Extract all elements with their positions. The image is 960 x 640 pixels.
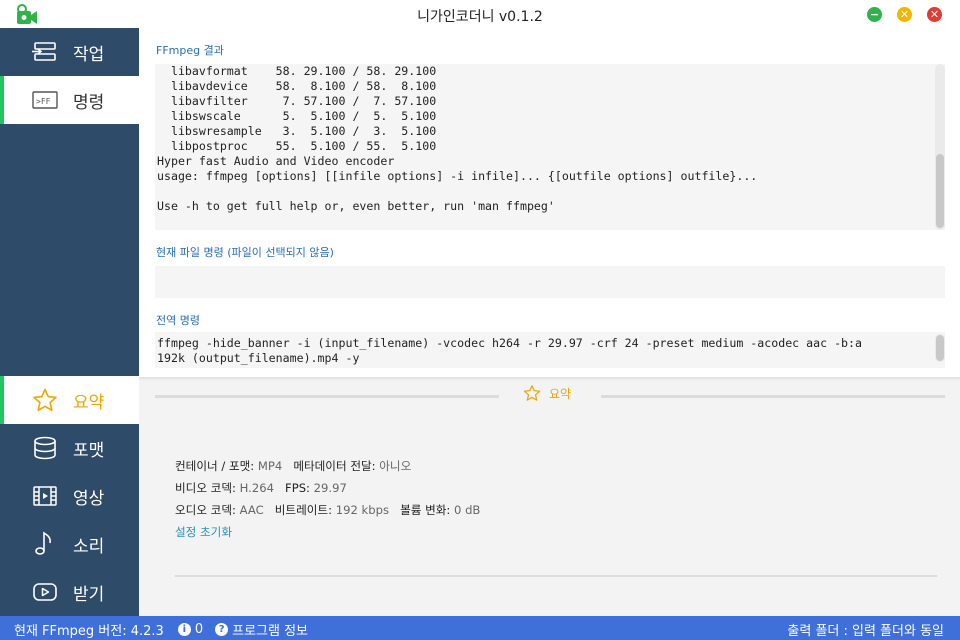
volume-key: 볼륨 변화: xyxy=(400,503,451,517)
summary-title: 요약 xyxy=(549,386,572,401)
play-icon xyxy=(32,580,58,604)
command-scrollbar-thumb[interactable] xyxy=(936,335,944,361)
sidebar-item-label: 포맷 xyxy=(73,441,105,461)
sidebar-item-format[interactable]: 포맷 xyxy=(0,424,139,472)
star-icon xyxy=(32,388,58,412)
summary-details: 컨테이너 / 포맷: MP4 메타데이터 전달: 아니오 비디오 코덱: H.2… xyxy=(175,455,480,543)
volume-value: 0 dB xyxy=(454,503,481,517)
audio-codec-key: 오디오 코덱: xyxy=(175,503,236,517)
ffmpeg-result-label: FFmpeg 결과 xyxy=(156,44,224,57)
summary-row-audio: 오디오 코덱: AAC 비트레이트: 192 kbps 볼륨 변화: 0 dB xyxy=(175,499,480,521)
status-bar: 현재 FFmpeg 버전: 4.2.3 i 0 ? 프로그램 정보 출력 폴더 … xyxy=(0,616,960,640)
fps-key: FPS: xyxy=(285,481,310,495)
audio-codec-value: AAC xyxy=(239,503,264,517)
result-scrollbar-thumb[interactable] xyxy=(936,154,944,228)
info-count: 0 xyxy=(194,622,204,637)
current-command-label: 현재 파일 명령 (파일이 선택되지 않음) xyxy=(156,246,334,259)
result-scrollbar[interactable] xyxy=(935,64,945,230)
close-icon: ✕ xyxy=(929,8,940,21)
bitrate-key: 비트레이트: xyxy=(274,503,333,517)
sidebar-item-label: 명령 xyxy=(73,93,105,113)
command-scrollbar[interactable] xyxy=(935,334,945,362)
sidebar-item-command[interactable]: >FF 명령 xyxy=(0,76,139,124)
sidebar-item-audio[interactable]: 소리 xyxy=(0,520,139,568)
global-command-text: ffmpeg -hide_banner -i (input_filename) … xyxy=(157,336,862,365)
info-count-button[interactable]: i 0 xyxy=(177,622,204,637)
global-command-field[interactable]: ffmpeg -hide_banner -i (input_filename) … xyxy=(155,332,945,368)
output-folder-button[interactable]: 출력 폴더 : 입력 폴더와 동일 xyxy=(787,620,944,639)
metadata-key: 메타데이터 전달: xyxy=(293,459,376,473)
maximize-button[interactable]: ✕ xyxy=(897,7,912,22)
fps-value: 29.97 xyxy=(313,481,347,495)
bitrate-value: 192 kbps xyxy=(335,503,389,517)
sidebar-item-label: 받기 xyxy=(73,585,105,605)
ffmpeg-version-text: 현재 FFmpeg 버전: 4.2.3 xyxy=(14,624,164,639)
star-icon xyxy=(523,385,541,401)
sidebar-item-summary[interactable]: 요약 xyxy=(0,376,139,424)
sidebar-item-tasks[interactable]: 작업 xyxy=(0,28,139,76)
reset-settings-link[interactable]: 설정 초기화 xyxy=(175,525,232,539)
database-icon xyxy=(32,436,58,460)
container-value: MP4 xyxy=(257,459,283,473)
sidebar-item-download[interactable]: 받기 xyxy=(0,568,139,616)
sidebar: 작업 >FF 명령 요약 포맷 영상 소리 받기 xyxy=(0,28,139,616)
close-button[interactable]: ✕ xyxy=(927,7,942,22)
video-codec-value: H.264 xyxy=(239,481,274,495)
minimize-icon: − xyxy=(869,8,880,21)
tasks-icon xyxy=(32,40,58,64)
command-panel: FFmpeg 결과 libavformat 58. 29.100 / 58. 2… xyxy=(139,28,960,379)
summary-row-container: 컨테이너 / 포맷: MP4 메타데이터 전달: 아니오 xyxy=(175,455,480,477)
info-icon: i xyxy=(177,623,191,636)
container-key: 컨테이너 / 포맷: xyxy=(175,459,255,473)
music-note-icon xyxy=(32,531,58,556)
summary-panel: 요약 컨테이너 / 포맷: MP4 메타데이터 전달: 아니오 비디오 코덱: … xyxy=(139,381,960,616)
window-title: 니가인코더니 v0.1.2 xyxy=(417,9,543,25)
global-command-label: 전역 명령 xyxy=(156,314,200,327)
title-bar: 니가인코더니 v0.1.2 − ✕ ✕ xyxy=(0,0,960,28)
ffmpeg-command-icon: >FF xyxy=(32,88,58,112)
minimize-button[interactable]: − xyxy=(867,7,882,22)
current-command-field[interactable] xyxy=(155,266,945,298)
sidebar-item-label: 영상 xyxy=(73,489,105,509)
video-codec-key: 비디오 코덱: xyxy=(175,481,236,495)
maximize-icon: ✕ xyxy=(899,8,910,21)
summary-row-video: 비디오 코덱: H.264 FPS: 29.97 xyxy=(175,477,480,499)
film-icon xyxy=(32,484,58,508)
program-info-label: 프로그램 정보 xyxy=(232,624,309,639)
status-left: 현재 FFmpeg 버전: 4.2.3 i 0 ? 프로그램 정보 xyxy=(14,620,308,639)
sidebar-item-label: 소리 xyxy=(73,537,105,557)
ffmpeg-result-output[interactable]: libavformat 58. 29.100 / 58. 29.100 liba… xyxy=(155,64,945,230)
help-icon: ? xyxy=(215,623,229,636)
sidebar-item-label: 작업 xyxy=(73,45,105,65)
ffmpeg-result-text: libavformat 58. 29.100 / 58. 29.100 liba… xyxy=(157,64,758,213)
sidebar-item-label: 요약 xyxy=(73,393,105,413)
metadata-value: 아니오 xyxy=(379,459,412,473)
summary-rule-left xyxy=(155,395,499,398)
summary-bottom-rule xyxy=(175,575,937,577)
program-info-button[interactable]: ? 프로그램 정보 xyxy=(215,620,308,639)
summary-row-reset: 설정 초기화 xyxy=(175,521,480,543)
summary-rule-right xyxy=(601,395,945,398)
sidebar-item-video[interactable]: 영상 xyxy=(0,472,139,520)
summary-header: 요약 xyxy=(523,384,571,402)
svg-text:>FF: >FF xyxy=(36,97,51,106)
